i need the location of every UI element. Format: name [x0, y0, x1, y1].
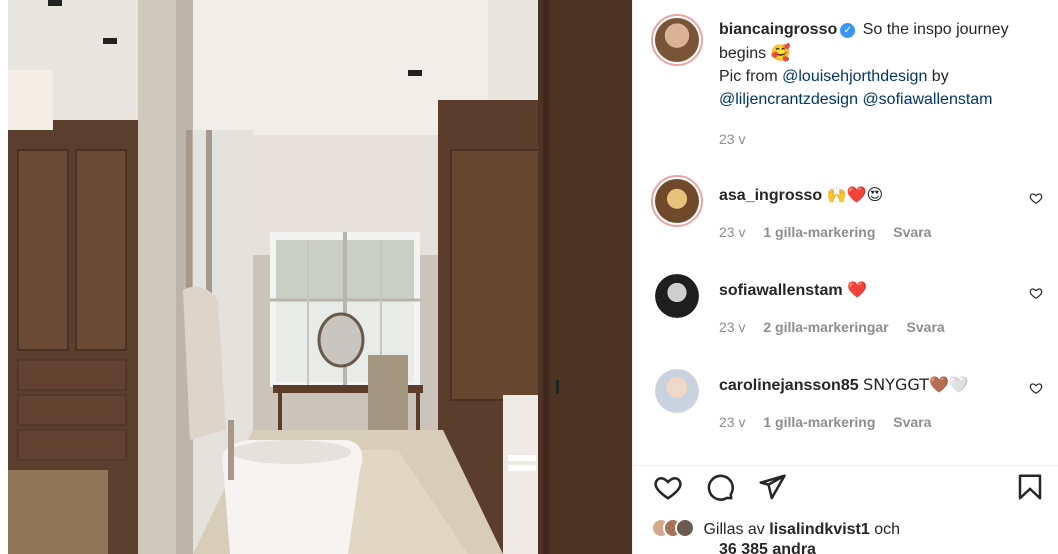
comment-text: SNYGGT🤎🤍 — [863, 375, 969, 394]
small-heart-icon[interactable] — [1029, 286, 1043, 300]
comment-time[interactable]: 23 v — [719, 224, 745, 240]
comment-username[interactable]: sofiawallenstam — [719, 282, 843, 299]
liked-by-user[interactable]: lisalindkvist1 — [769, 521, 870, 538]
post-media[interactable] — [0, 0, 632, 554]
bookmark-icon[interactable] — [1015, 472, 1045, 502]
reply-button[interactable]: Svara — [893, 414, 931, 430]
comment-text: ❤️ — [847, 280, 867, 299]
bathroom-photo-image — [8, 0, 632, 554]
commenter-avatar[interactable] — [655, 274, 699, 318]
caption-prefix: Pic from — [719, 68, 778, 85]
post-timestamp[interactable]: 23 v — [719, 131, 745, 147]
comment-likes[interactable]: 1 gilla-markering — [763, 224, 875, 240]
comment-time[interactable]: 23 v — [719, 414, 745, 430]
heart-icon[interactable] — [653, 472, 683, 502]
liker-avatar[interactable] — [675, 518, 695, 538]
post-caption: biancaingrosso ✓ So the inspo journey beg… — [719, 18, 1049, 111]
comment-item: carolinejansson85 SNYGGT🤎🤍 23 v 1 gilla-… — [633, 365, 1058, 455]
commenter-avatar[interactable] — [651, 175, 703, 227]
post-sidebar: biancaingrosso ✓ So the inspo journey beg… — [632, 0, 1058, 554]
action-bar — [633, 465, 1058, 505]
small-heart-icon[interactable] — [1029, 381, 1043, 395]
comment-item: sofiawallenstam ❤️ 23 v 2 gilla-markerin… — [633, 270, 1058, 360]
verified-badge-icon: ✓ — [840, 23, 856, 38]
comment-item: asa_ingrosso 🙌❤️😍 23 v 1 gilla-markering… — [633, 175, 1058, 265]
commenter-avatar[interactable] — [655, 369, 699, 413]
comment-likes[interactable]: 1 gilla-markering — [763, 414, 875, 430]
comment-likes[interactable]: 2 gilla-markeringar — [763, 319, 888, 335]
reply-button[interactable]: Svara — [907, 319, 945, 335]
share-icon[interactable] — [757, 472, 787, 502]
liked-by-prefix: Gillas av — [703, 521, 765, 538]
liked-by-suffix: och — [874, 521, 901, 538]
comment-icon[interactable] — [705, 472, 735, 502]
likes-others-count[interactable]: 36 385 andra — [719, 541, 816, 554]
comment-username[interactable]: asa_ingrosso — [719, 187, 822, 204]
small-heart-icon[interactable] — [1029, 191, 1043, 205]
author-username[interactable]: biancaingrosso — [719, 21, 837, 38]
caption-by: by — [931, 68, 949, 85]
caption-emoji: 🥰 — [770, 43, 791, 62]
mention-link[interactable]: @sofiawallenstam — [862, 91, 992, 108]
post-photo[interactable] — [8, 0, 632, 554]
mention-link[interactable]: @liljencrantzdesign — [719, 91, 858, 108]
reply-button[interactable]: Svara — [893, 224, 931, 240]
comment-text: 🙌❤️😍 — [826, 185, 884, 204]
comment-time[interactable]: 23 v — [719, 319, 745, 335]
comment-username[interactable]: carolinejansson85 — [719, 377, 859, 394]
liked-by: Gillas av lisalindkvist1 och — [651, 518, 900, 539]
author-avatar[interactable] — [651, 14, 703, 66]
mention-link[interactable]: @louisehjorthdesign — [782, 68, 927, 85]
